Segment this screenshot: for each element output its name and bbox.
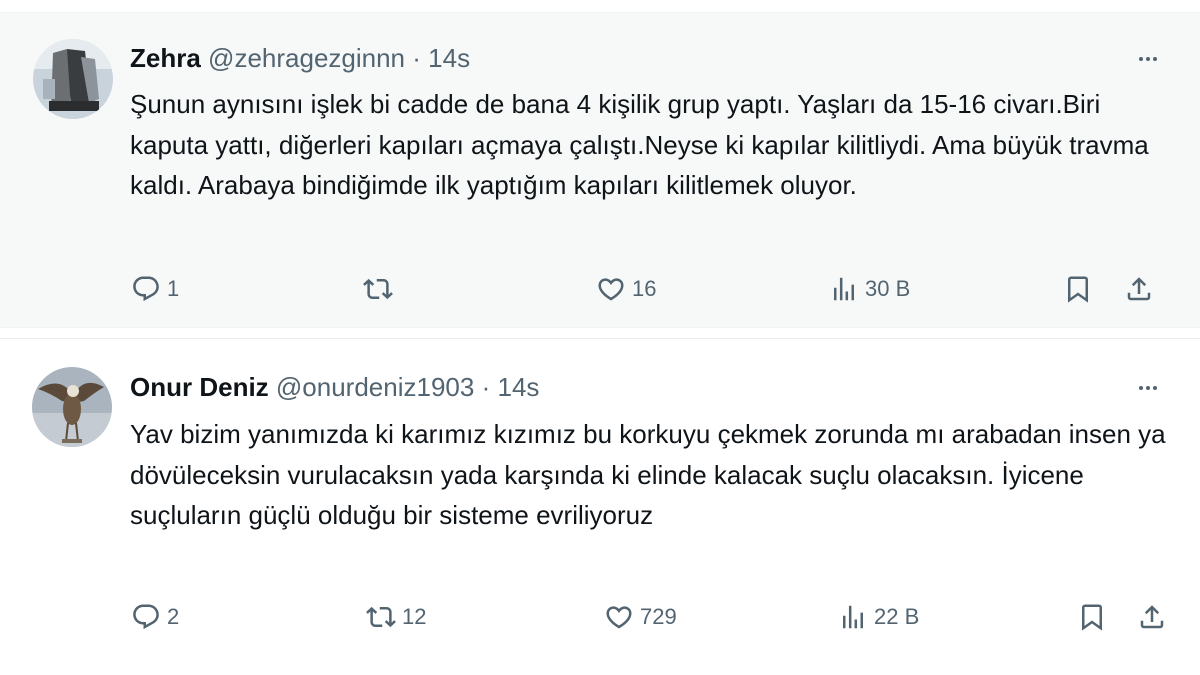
reply-count: 2 <box>167 604 180 629</box>
user-avatar-photo <box>33 39 113 119</box>
tweet-actions: 2 12 729 22 B <box>0 597 1200 637</box>
display-name[interactable]: Onur Deniz <box>130 372 269 402</box>
tweet[interactable]: Zehra @zehragezginnn · 14s Şunun aynısın… <box>0 12 1200 328</box>
reply-button[interactable]: 2 <box>131 597 179 637</box>
more-icon <box>1128 47 1168 71</box>
separator-dot: · <box>481 372 491 402</box>
timestamp[interactable]: 14s <box>497 372 539 402</box>
reply-icon <box>131 602 161 632</box>
eagle-avatar-photo <box>32 367 112 447</box>
reply-icon <box>131 274 161 304</box>
reply-count: 1 <box>167 276 180 301</box>
user-handle[interactable]: @onurdeniz1903 <box>276 372 474 402</box>
share-icon <box>1124 274 1154 304</box>
more-options-button[interactable] <box>1128 47 1168 71</box>
bookmark-button[interactable] <box>1077 597 1107 637</box>
user-avatar[interactable] <box>32 367 112 447</box>
bookmark-icon <box>1077 602 1107 632</box>
user-avatar[interactable] <box>33 39 113 119</box>
tweet-header: Onur Deniz @onurdeniz1903 · 14s <box>130 371 539 403</box>
views-count: 22 B <box>874 604 920 629</box>
share-button[interactable] <box>1124 269 1154 309</box>
repost-icon <box>366 602 396 632</box>
bookmark-icon <box>1063 274 1093 304</box>
bookmark-button[interactable] <box>1063 269 1093 309</box>
heart-icon <box>604 602 634 632</box>
repost-button[interactable]: 12 <box>366 597 426 637</box>
views-icon <box>838 602 868 632</box>
share-button[interactable] <box>1137 597 1167 637</box>
like-button[interactable]: 729 <box>604 597 677 637</box>
views-count: 30 B <box>865 276 911 301</box>
repost-count: 12 <box>402 604 427 629</box>
tweet-text: Yav bizim yanımızda ki karımız kızımız b… <box>130 419 1166 530</box>
more-options-button[interactable] <box>1128 376 1168 400</box>
share-icon <box>1137 602 1167 632</box>
display-name[interactable]: Zehra <box>130 43 201 73</box>
timestamp[interactable]: 14s <box>428 43 470 73</box>
separator-dot: · <box>412 43 421 73</box>
views-button[interactable]: 30 B <box>829 269 910 309</box>
views-button[interactable]: 22 B <box>838 597 919 637</box>
like-count: 16 <box>632 276 657 301</box>
reply-button[interactable]: 1 <box>131 269 179 309</box>
like-button[interactable]: 16 <box>596 269 656 309</box>
repost-button[interactable] <box>363 269 399 309</box>
tweet-header: Zehra @zehragezginnn · 14s <box>130 42 470 74</box>
tweet-actions: 1 16 30 B <box>0 269 1200 309</box>
repost-icon <box>363 274 393 304</box>
views-icon <box>829 274 859 304</box>
more-icon <box>1128 376 1168 400</box>
heart-icon <box>596 274 626 304</box>
tweet-text: Şunun aynısını işlek bi cadde de bana 4 … <box>130 89 1149 200</box>
like-count: 729 <box>640 604 677 629</box>
tweet[interactable]: Onur Deniz @onurdeniz1903 · 14s Yav bizi… <box>0 338 1200 675</box>
user-handle[interactable]: @zehragezginnn <box>208 43 405 73</box>
